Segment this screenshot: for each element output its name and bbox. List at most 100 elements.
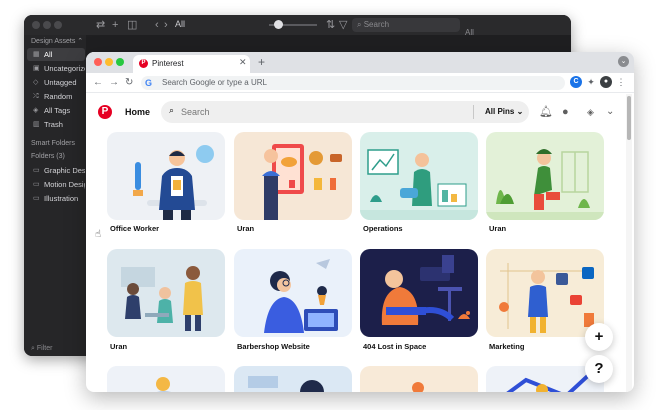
pin-card[interactable] xyxy=(360,132,478,220)
pin-card[interactable] xyxy=(107,132,225,220)
pin-title[interactable]: Uran xyxy=(110,342,127,351)
kebab-menu-icon[interactable]: ⋮ xyxy=(615,76,627,88)
folder-icon: ▭ xyxy=(33,181,40,188)
tab-pinterest[interactable] xyxy=(133,55,250,73)
folder-illustration[interactable]: ▭ Illustration xyxy=(27,192,85,205)
zoom-light[interactable] xyxy=(54,21,62,29)
profile-avatar-icon[interactable]: ● xyxy=(600,76,612,88)
pin-title[interactable]: Operations xyxy=(363,224,403,233)
address-bar[interactable]: Search Google or type a URL xyxy=(141,76,565,90)
sidebar-item-all-tags[interactable]: ◈ All Tags xyxy=(27,104,85,117)
search-icon: ⌕ xyxy=(169,105,175,115)
pin-card[interactable] xyxy=(234,366,352,392)
pin-card[interactable] xyxy=(486,132,604,220)
pin-thumbnail xyxy=(107,366,225,392)
uran-gardener-illustration xyxy=(486,132,604,220)
pinterest-logo-icon[interactable]: P xyxy=(98,105,112,119)
folder-icon: ▭ xyxy=(33,167,40,174)
sidebar-item-label: All Tags xyxy=(44,106,71,115)
scrollbar-thumb[interactable] xyxy=(627,96,631,140)
tag-icon: ◇ xyxy=(33,79,39,86)
new-tab-button[interactable]: + xyxy=(258,55,265,69)
help-button[interactable]: ? xyxy=(585,355,613,383)
minimize-light[interactable] xyxy=(105,58,113,66)
close-light[interactable] xyxy=(94,58,102,66)
folder-label: Motion Design xyxy=(44,180,85,189)
close-light[interactable] xyxy=(32,21,40,29)
folder-graphic-design[interactable]: ▭ Graphic Design xyxy=(27,164,85,177)
sidebar-item-untagged[interactable]: ◇ Untagged xyxy=(27,76,85,89)
lost-in-space-illustration xyxy=(360,249,478,337)
shuffle-icon[interactable]: ⇄ xyxy=(96,18,105,32)
forward-icon[interactable]: → xyxy=(109,76,119,90)
search-placeholder: Search xyxy=(181,107,210,117)
pin-title[interactable]: Uran xyxy=(237,224,254,233)
dark-sidebar: Design Assets ⌃ ▦ All ▣ Uncategorized ◇ Unt… xyxy=(24,35,86,356)
extension-c-icon[interactable]: C xyxy=(570,76,582,88)
sidebar-toggle-icon[interactable]: ◫ xyxy=(127,18,137,32)
pin-title[interactable]: Office Worker xyxy=(110,224,159,233)
back-icon[interactable]: ‹ xyxy=(155,18,159,32)
zoom-slider-knob[interactable] xyxy=(274,20,283,29)
pin-card[interactable] xyxy=(486,249,604,337)
zoom-light[interactable] xyxy=(116,58,124,66)
marketing-illustration xyxy=(486,249,604,337)
sidebar-item-trash[interactable]: ▥ Trash xyxy=(27,118,85,131)
tab-title: Pinterest xyxy=(152,59,184,68)
uran-meeting-illustration xyxy=(107,249,225,337)
uran-restaurant-illustration xyxy=(234,132,352,220)
library-name[interactable]: Design Assets ⌃ xyxy=(31,37,83,45)
folder-label: Illustration xyxy=(44,194,79,203)
smart-folders-heading: Smart Folders xyxy=(31,140,75,147)
operations-illustration xyxy=(360,132,478,220)
sidebar-item-label: Random xyxy=(44,92,73,101)
sidebar-filter-input[interactable]: ⌕ Filter xyxy=(31,345,52,353)
home-button[interactable]: Home xyxy=(125,107,150,117)
pin-card[interactable] xyxy=(234,132,352,220)
shuffle-icon: ⤮ xyxy=(33,93,39,100)
plus-icon[interactable]: + xyxy=(112,18,118,32)
tab-close-icon[interactable]: ✕ xyxy=(239,57,247,68)
pin-card[interactable] xyxy=(234,249,352,337)
puzzle-icon[interactable]: ✦ xyxy=(585,76,597,88)
forward-icon[interactable]: › xyxy=(164,18,168,32)
back-icon[interactable]: ← xyxy=(93,76,103,90)
folders-heading: Folders (3) xyxy=(31,153,65,160)
pin-title[interactable]: Marketing xyxy=(489,342,524,351)
sidebar-item-label: Untagged xyxy=(44,78,77,87)
pin-card[interactable] xyxy=(107,366,225,392)
browser-window: P Pinterest ✕ + ⌄ ← → ↻ Search Google or… xyxy=(86,52,634,392)
pin-thumbnail xyxy=(234,366,352,392)
chat-icon[interactable]: ● xyxy=(562,105,569,119)
inspector-label: All xyxy=(465,28,474,37)
pin-card[interactable] xyxy=(360,249,478,337)
sidebar-item-random[interactable]: ⤮ Random xyxy=(27,90,85,103)
sidebar-item-uncategorized[interactable]: ▣ Uncategorized xyxy=(27,62,85,75)
add-pin-button[interactable]: + xyxy=(585,323,613,351)
bell-icon[interactable]: 🔔︎ xyxy=(539,105,553,119)
chevron-down-icon[interactable]: ⌄ xyxy=(606,105,614,119)
sort-icon[interactable]: ⇅ xyxy=(326,18,335,32)
pin-card[interactable] xyxy=(360,366,478,392)
trash-icon: ▥ xyxy=(33,121,40,128)
pin-card[interactable] xyxy=(107,249,225,337)
folder-question-icon: ▣ xyxy=(33,65,40,72)
folder-motion-design[interactable]: ▭ Motion Design xyxy=(27,178,85,191)
pin-title[interactable]: Barbershop Website xyxy=(237,342,310,351)
pin-title[interactable]: 404 Lost in Space xyxy=(363,342,426,351)
pin-title[interactable]: Uran xyxy=(489,224,506,233)
reload-icon[interactable]: ↻ xyxy=(125,76,133,90)
view-title: All xyxy=(175,19,186,29)
office-worker-illustration xyxy=(107,132,225,220)
tab-search-icon[interactable]: ⌄ xyxy=(618,56,629,67)
dark-search-input[interactable]: ⌕ Search xyxy=(352,18,460,32)
layers-icon[interactable]: ◈ xyxy=(587,105,594,119)
sidebar-item-all[interactable]: ▦ All xyxy=(27,48,85,61)
search-divider xyxy=(473,105,474,119)
search-icon: ⌕ xyxy=(357,20,364,29)
pin-thumbnail xyxy=(360,366,478,392)
pinterest-favicon-icon: P xyxy=(139,59,148,68)
minimize-light[interactable] xyxy=(43,21,51,29)
filter-icon[interactable]: ▽ xyxy=(339,18,347,32)
all-pins-dropdown[interactable]: All Pins ⌄ xyxy=(485,107,523,116)
